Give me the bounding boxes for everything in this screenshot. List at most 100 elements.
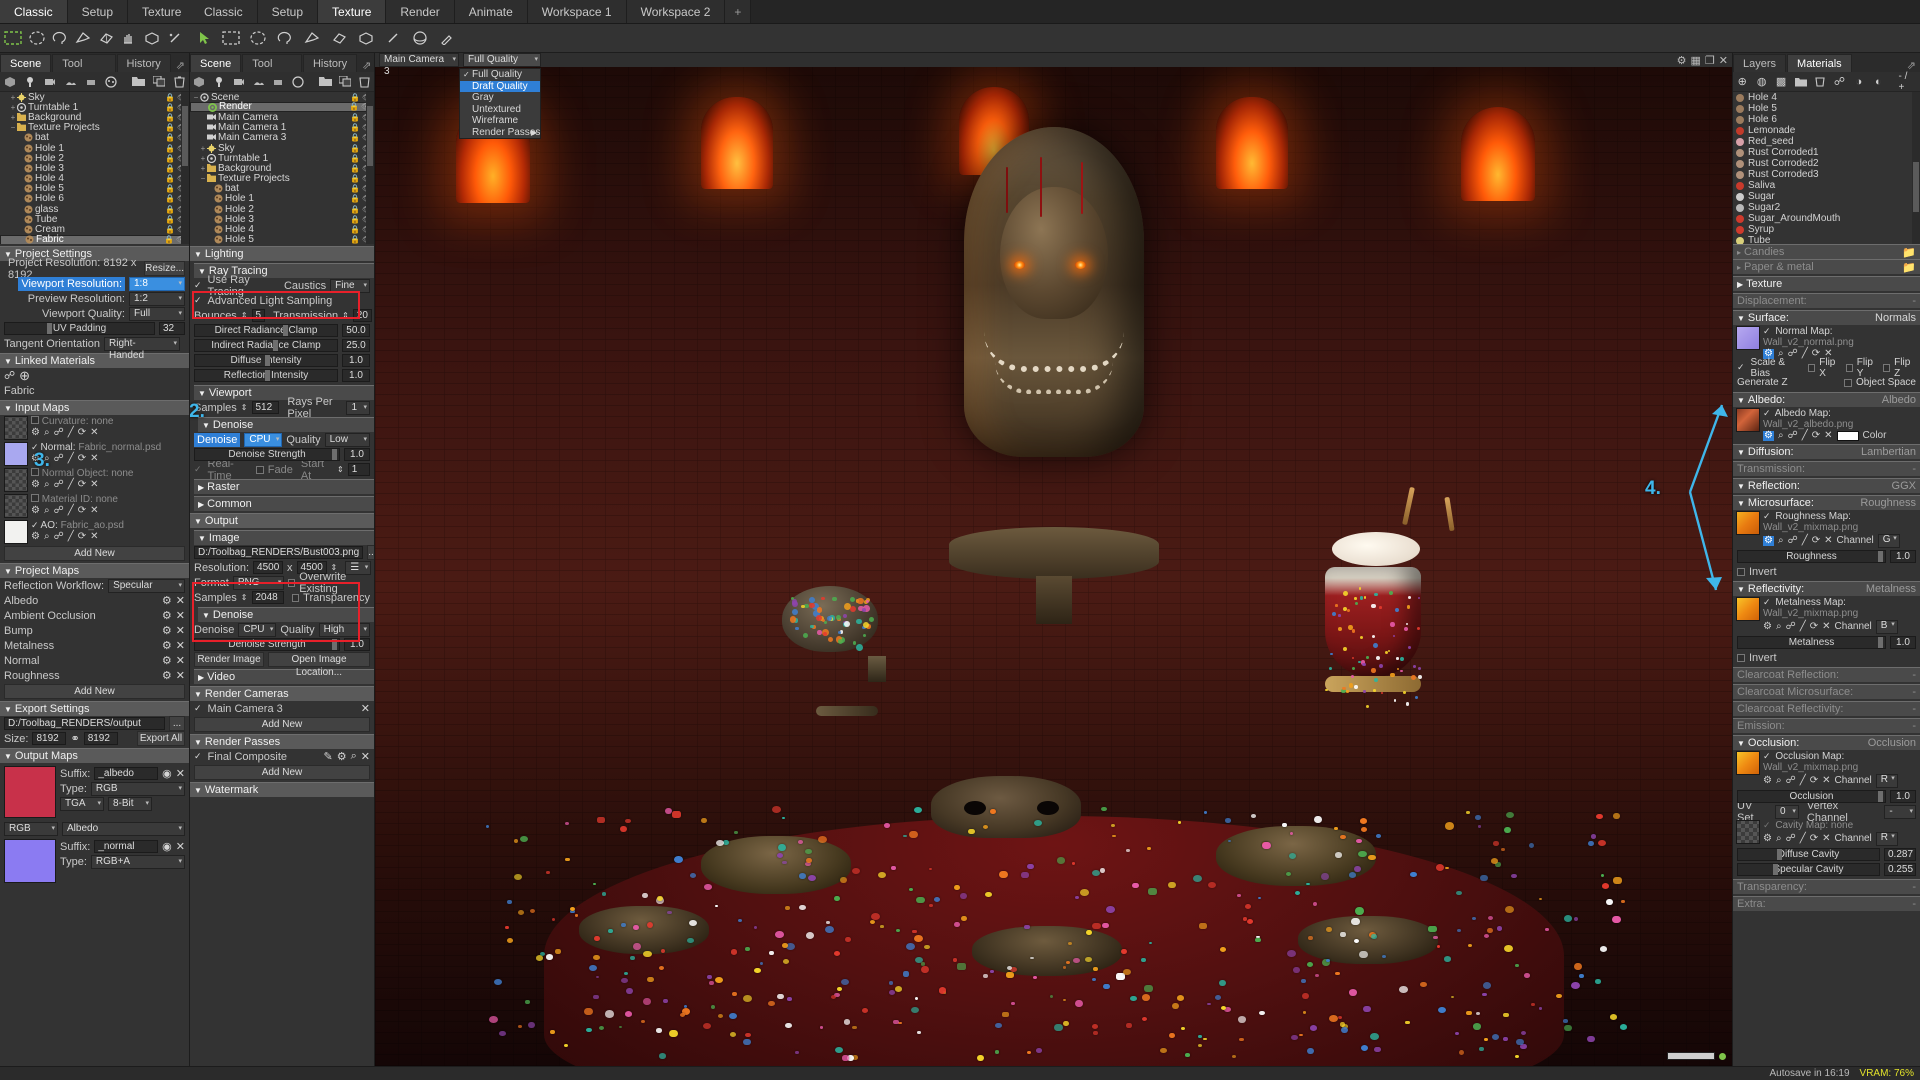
metalness-map-pick-icon[interactable]: ☍ [1786,622,1796,632]
output-browse-button[interactable]: ... [367,545,374,560]
roughness-invert-checkbox[interactable] [1737,568,1745,576]
indirect-radiance-clamp-slider[interactable]: Indirect Radiance Clamp [194,339,338,352]
flip-x-checkbox[interactable] [1808,364,1815,372]
input-map-edit-icon[interactable]: ╱ [68,428,74,438]
left-pane-tab-scene[interactable]: Scene [0,54,51,72]
export-size-height[interactable]: 8192 [84,732,118,745]
tree-toggle-icon[interactable]: + [199,164,207,173]
main-workspace-tabs[interactable]: Classic Setup Texture Render Animate Wor… [190,0,1920,24]
use-ray-tracing-row[interactable]: ✓ Use Ray Tracing Caustics Fine [190,278,374,293]
tangent-orientation-select[interactable]: Right-Handed [104,337,180,351]
pointer-tool-icon[interactable] [194,29,214,47]
input-map-edit-icon[interactable]: ╱ [68,506,74,516]
input-map-reload-icon[interactable]: ⟳ [78,454,86,464]
viewport-samples-input[interactable]: 512 [252,401,280,414]
roughness-map-check-icon[interactable]: ✓ [1763,511,1771,521]
output-map-albedo-type-select[interactable]: RGB [91,782,185,796]
linked-materials-toolbar[interactable]: ☍ ⊕ [0,368,189,383]
clearcoat-reflection-value[interactable]: - [1912,669,1916,681]
render-camera-check-icon[interactable]: ✓ [194,703,202,714]
add-light-icon[interactable] [23,75,36,89]
export-path-input[interactable]: D:/Toolbag_RENDERS/output [4,717,165,730]
pick-material-icon[interactable]: ☍ [4,369,15,382]
section-extra[interactable]: Extra: - [1733,896,1920,911]
left-pane-tabs[interactable]: Scene Tool Settings History ⇗ [0,53,189,72]
section-microsurface[interactable]: ▼ Microsurface: Roughness [1733,495,1920,510]
lock-icon[interactable]: 🔒 [165,225,175,234]
section-occlusion[interactable]: ▼ Occlusion: Occlusion [1733,735,1920,750]
uv-set-select[interactable]: 0 [1775,805,1799,819]
polygon-lasso-icon[interactable] [302,29,322,47]
input-map-search-icon[interactable]: ⌕ [44,506,50,516]
cavity-map-search-icon[interactable]: ⌕ [1776,834,1782,844]
add-material-icon[interactable]: ⊕ [1736,75,1748,89]
section-displacement[interactable]: Displacement: - [1733,293,1920,308]
cavity-map-check-icon[interactable]: ✓ [1763,820,1771,830]
tab-classic[interactable]: Classic [190,0,258,23]
section-viewport-denoise[interactable]: ▼ Denoise [198,417,374,432]
material-delete-icon[interactable] [1814,75,1826,89]
scene-tree-item[interactable]: Fabric🔒👁 [0,235,189,244]
material-list-item[interactable]: Tube [1733,235,1920,244]
section-output[interactable]: ▼ Output [190,513,374,528]
project-map-row[interactable]: Ambient Occlusion ⚙ ✕ [0,608,189,623]
render-pass-edit-icon[interactable]: ✎ [324,750,333,763]
viewport-samples-stepper-icon[interactable]: ⇕ [241,403,248,412]
left-pane-tab-history[interactable]: History [117,54,171,72]
viewport-quality-select[interactable]: Full Quality [463,53,541,67]
scene-tree-item[interactable]: Hole 4🔒👁 [0,174,189,184]
output-denoise-quality-select[interactable]: High [319,623,370,637]
left-tab-setup[interactable]: Setup [68,0,128,23]
quality-menu-item[interactable]: Render Passes ▶ [460,127,540,139]
extra-value[interactable]: - [1912,898,1916,910]
render-pass-delete-icon[interactable]: ✕ [361,750,370,763]
left-workspace-tabs[interactable]: Classic Setup Texture Render Animate [0,0,190,24]
advanced-light-sampling-check-icon[interactable]: ✓ [194,295,202,306]
output-denoise-strength-value[interactable]: 1.0 [344,638,370,651]
albedo-map-thumbnail[interactable] [1736,408,1760,432]
cavity-map-pick-icon[interactable]: ☍ [1786,834,1796,844]
metalness-map-thumbnail[interactable] [1736,597,1760,621]
section-linked-materials[interactable]: ▼ Linked Materials [0,353,189,368]
render-image-button[interactable]: Render Image [194,652,264,667]
export-size-width[interactable]: 8192 [32,732,66,745]
input-map-reload-icon[interactable]: ⟳ [78,428,86,438]
metalness-map-reload-icon[interactable]: ⟳ [1810,622,1818,632]
duplicate-icon[interactable] [152,75,165,89]
lasso-select-icon[interactable] [52,29,68,47]
section-viewport-render[interactable]: ▼ Viewport [194,385,374,400]
render-camera-item[interactable]: ✓ Main Camera 3 ✕ [190,701,374,716]
cavity-map-edit-icon[interactable]: ╱ [1800,834,1806,844]
tree-toggle-icon[interactable]: + [9,113,17,122]
indirect-radiance-clamp-value[interactable]: 25.0 [342,339,370,352]
project-map-gear-icon[interactable]: ⚙ [162,639,172,652]
occlusion-slider-value[interactable]: 1.0 [1890,790,1916,803]
add-camera-icon[interactable] [44,75,57,89]
section-input-maps[interactable]: ▼ Input Maps [0,400,189,415]
output-path-input[interactable]: D:/Toolbag_RENDERS/Bust003.png [194,546,363,559]
reflection-intensity-value[interactable]: 1.0 [342,369,370,382]
section-clearcoat-reflection[interactable]: Clearcoat Reflection: - [1733,667,1920,682]
input-map-clear-icon[interactable]: ✕ [90,506,98,516]
scene-tree-item[interactable]: −Texture Projects🔒👁 [0,123,189,133]
output-denoise-strength-slider[interactable]: Denoise Strength [194,638,340,651]
lock-icon[interactable]: 🔒 [165,123,175,132]
cube-select-icon[interactable] [144,29,160,47]
popout-icon[interactable]: ⇗ [172,59,189,72]
transparency-value2[interactable]: - [1912,881,1916,893]
output-map-albedo-channel-source[interactable]: Albedo [62,822,185,836]
scene-tree-item[interactable]: Hole 1🔒👁 [0,143,189,153]
input-map-search-icon[interactable]: ⌕ [44,480,50,490]
viewport-maximize-icon[interactable]: ❐ [1705,54,1715,67]
material-group-folder-icon[interactable]: 📁 [1902,261,1916,274]
tree-toggle-icon[interactable]: − [192,93,200,102]
start-at-stepper-icon[interactable]: ⇕ [337,465,344,474]
lock-icon[interactable]: 🔒 [350,194,360,203]
scene-tree-item[interactable]: Main Camera 3🔒👁 [190,133,374,143]
section-render-passes[interactable]: ▼ Render Passes [190,734,374,749]
rays-per-pixel-select[interactable]: 1 [346,401,370,415]
tree-toggle-icon[interactable]: + [9,93,17,102]
input-map-edit-icon[interactable]: ╱ [68,454,74,464]
render-pass-zoom-icon[interactable]: ⌕ [351,750,357,763]
output-map-normal-type-select[interactable]: RGB+A [91,855,185,869]
